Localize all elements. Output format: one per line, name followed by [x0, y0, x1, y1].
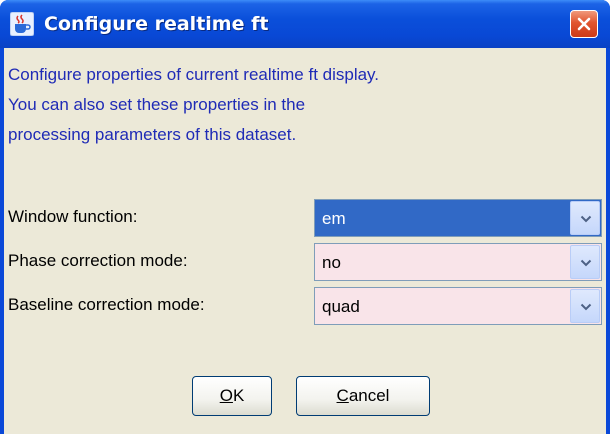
- ok-mnemonic: O: [219, 386, 233, 405]
- phase-correction-label: Phase correction mode:: [8, 251, 188, 270]
- chevron-down-icon: [580, 303, 592, 311]
- java-cup-icon: [9, 11, 35, 37]
- cancel-label-rest: ancel: [348, 386, 390, 405]
- phase-correction-combo[interactable]: no: [314, 243, 602, 281]
- baseline-correction-dropdown-button[interactable]: [570, 289, 600, 323]
- configure-realtime-ft-dialog: Configure realtime ft Configure properti…: [0, 0, 610, 434]
- phase-correction-value: no: [322, 253, 341, 272]
- window-border-right: [606, 48, 610, 434]
- ok-button[interactable]: OK: [192, 376, 272, 416]
- baseline-correction-value: quad: [322, 297, 360, 316]
- cancel-button[interactable]: Cancel: [296, 376, 430, 416]
- window-function-value: em: [322, 209, 346, 228]
- close-button[interactable]: [570, 10, 598, 38]
- dialog-title: Configure realtime ft: [44, 13, 269, 35]
- description-line: You can also set these properties in the: [8, 95, 306, 114]
- chevron-down-icon: [580, 259, 592, 267]
- window-function-label: Window function:: [8, 207, 138, 226]
- cancel-mnemonic: C: [336, 386, 349, 405]
- description-text: Configure properties of current realtime…: [8, 60, 598, 150]
- dialog-content: Configure properties of current realtime…: [4, 48, 606, 434]
- window-function-combo[interactable]: em: [314, 199, 602, 237]
- phase-correction-dropdown-button[interactable]: [570, 245, 600, 279]
- description-line: Configure properties of current realtime…: [8, 65, 380, 84]
- window-function-row: Window function: em: [4, 198, 606, 238]
- chevron-down-icon: [580, 215, 592, 223]
- baseline-correction-combo[interactable]: quad: [314, 287, 602, 325]
- window-function-dropdown-button[interactable]: [570, 201, 600, 235]
- close-x-icon: [577, 17, 591, 31]
- description-line: processing parameters of this dataset.: [8, 125, 297, 144]
- baseline-correction-row: Baseline correction mode: quad: [4, 286, 606, 326]
- baseline-correction-label: Baseline correction mode:: [8, 295, 205, 314]
- ok-label-rest: K: [232, 386, 245, 405]
- phase-correction-row: Phase correction mode: no: [4, 242, 606, 282]
- title-bar[interactable]: Configure realtime ft: [0, 0, 610, 48]
